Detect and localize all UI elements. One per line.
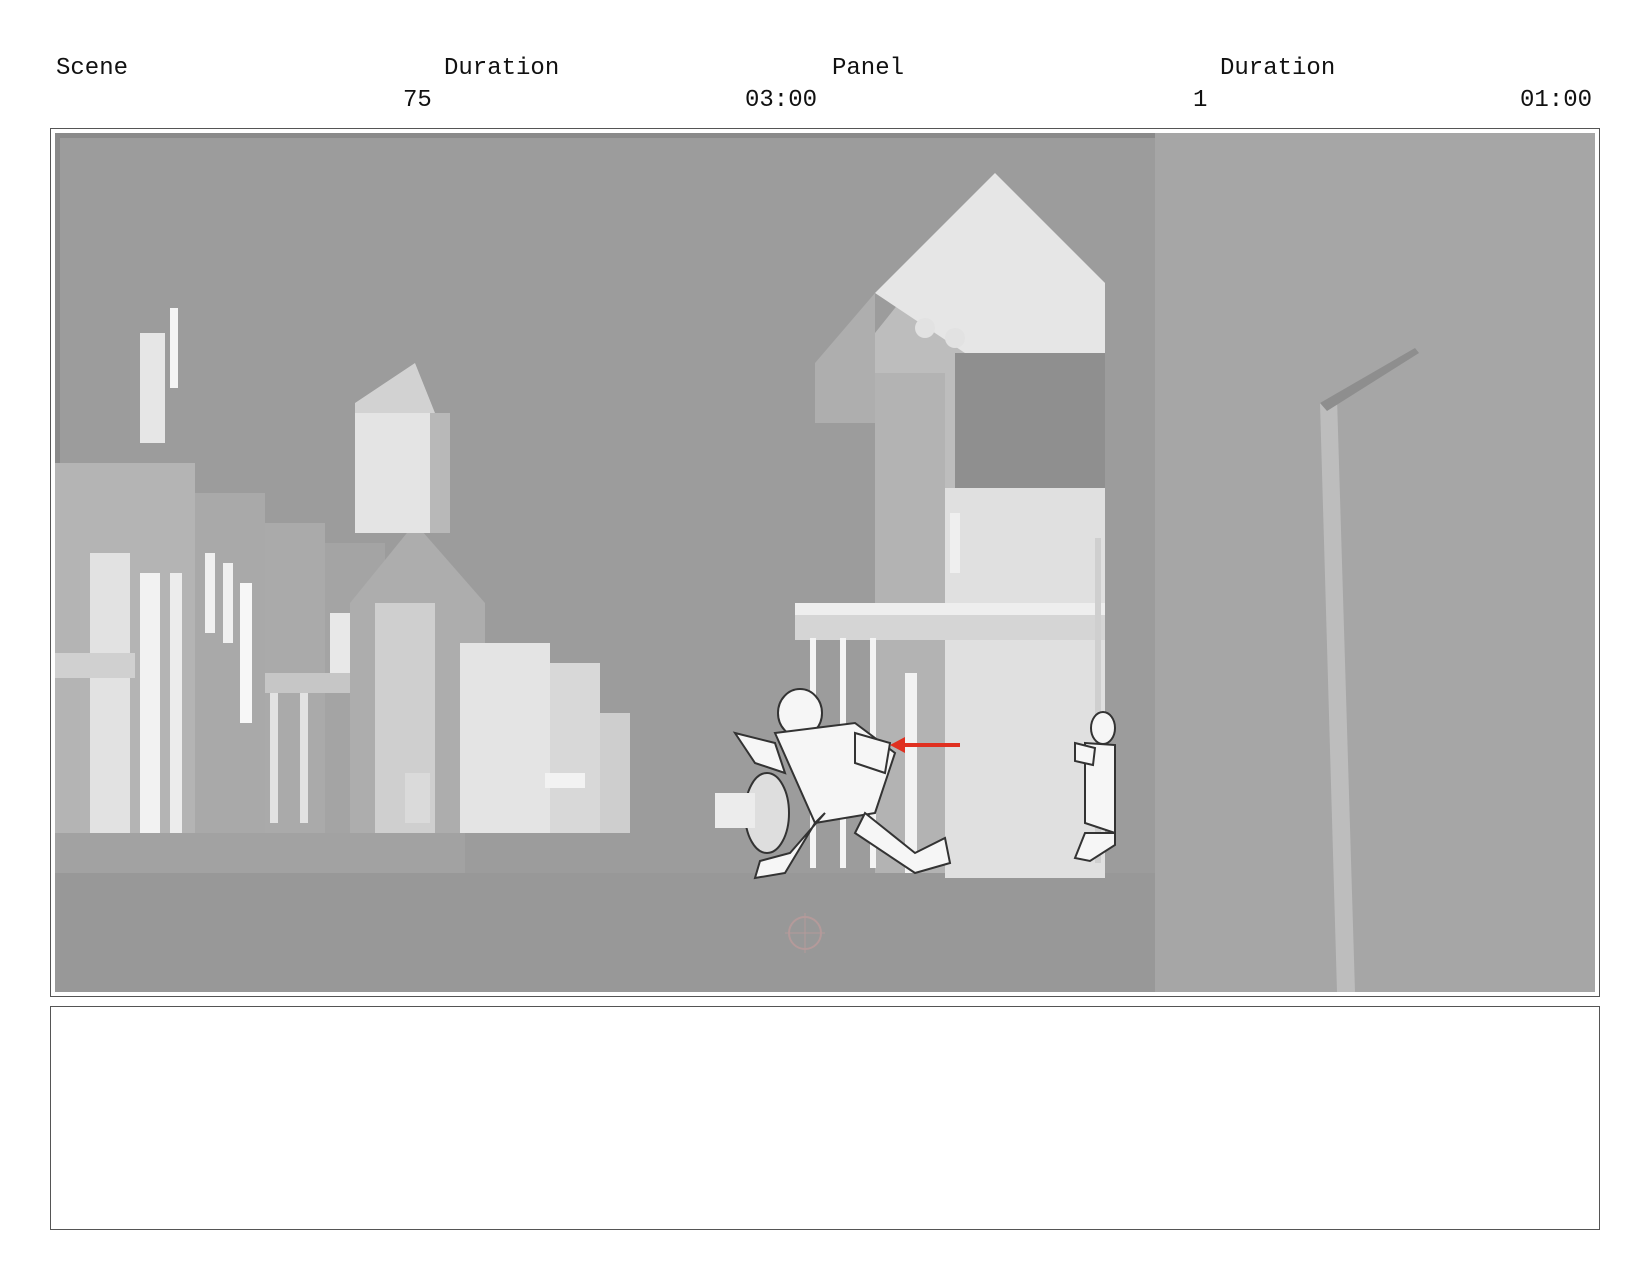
storyboard-panel-frame [50, 128, 1600, 997]
panel-number: 1 [1193, 87, 1208, 114]
scene-duration-label: Duration [444, 55, 560, 82]
panel-notes-box[interactable] [50, 1006, 1600, 1230]
foreground-wall [1155, 133, 1595, 992]
storyboard-panel-image [55, 133, 1595, 992]
scene-label: Scene [56, 55, 129, 82]
panel-duration-value: 01:00 [1520, 87, 1593, 114]
scene-duration-value: 03:00 [745, 87, 818, 114]
panel-label: Panel [832, 55, 905, 82]
panel-duration-label: Duration [1220, 55, 1336, 82]
scene-number: 75 [403, 87, 432, 114]
